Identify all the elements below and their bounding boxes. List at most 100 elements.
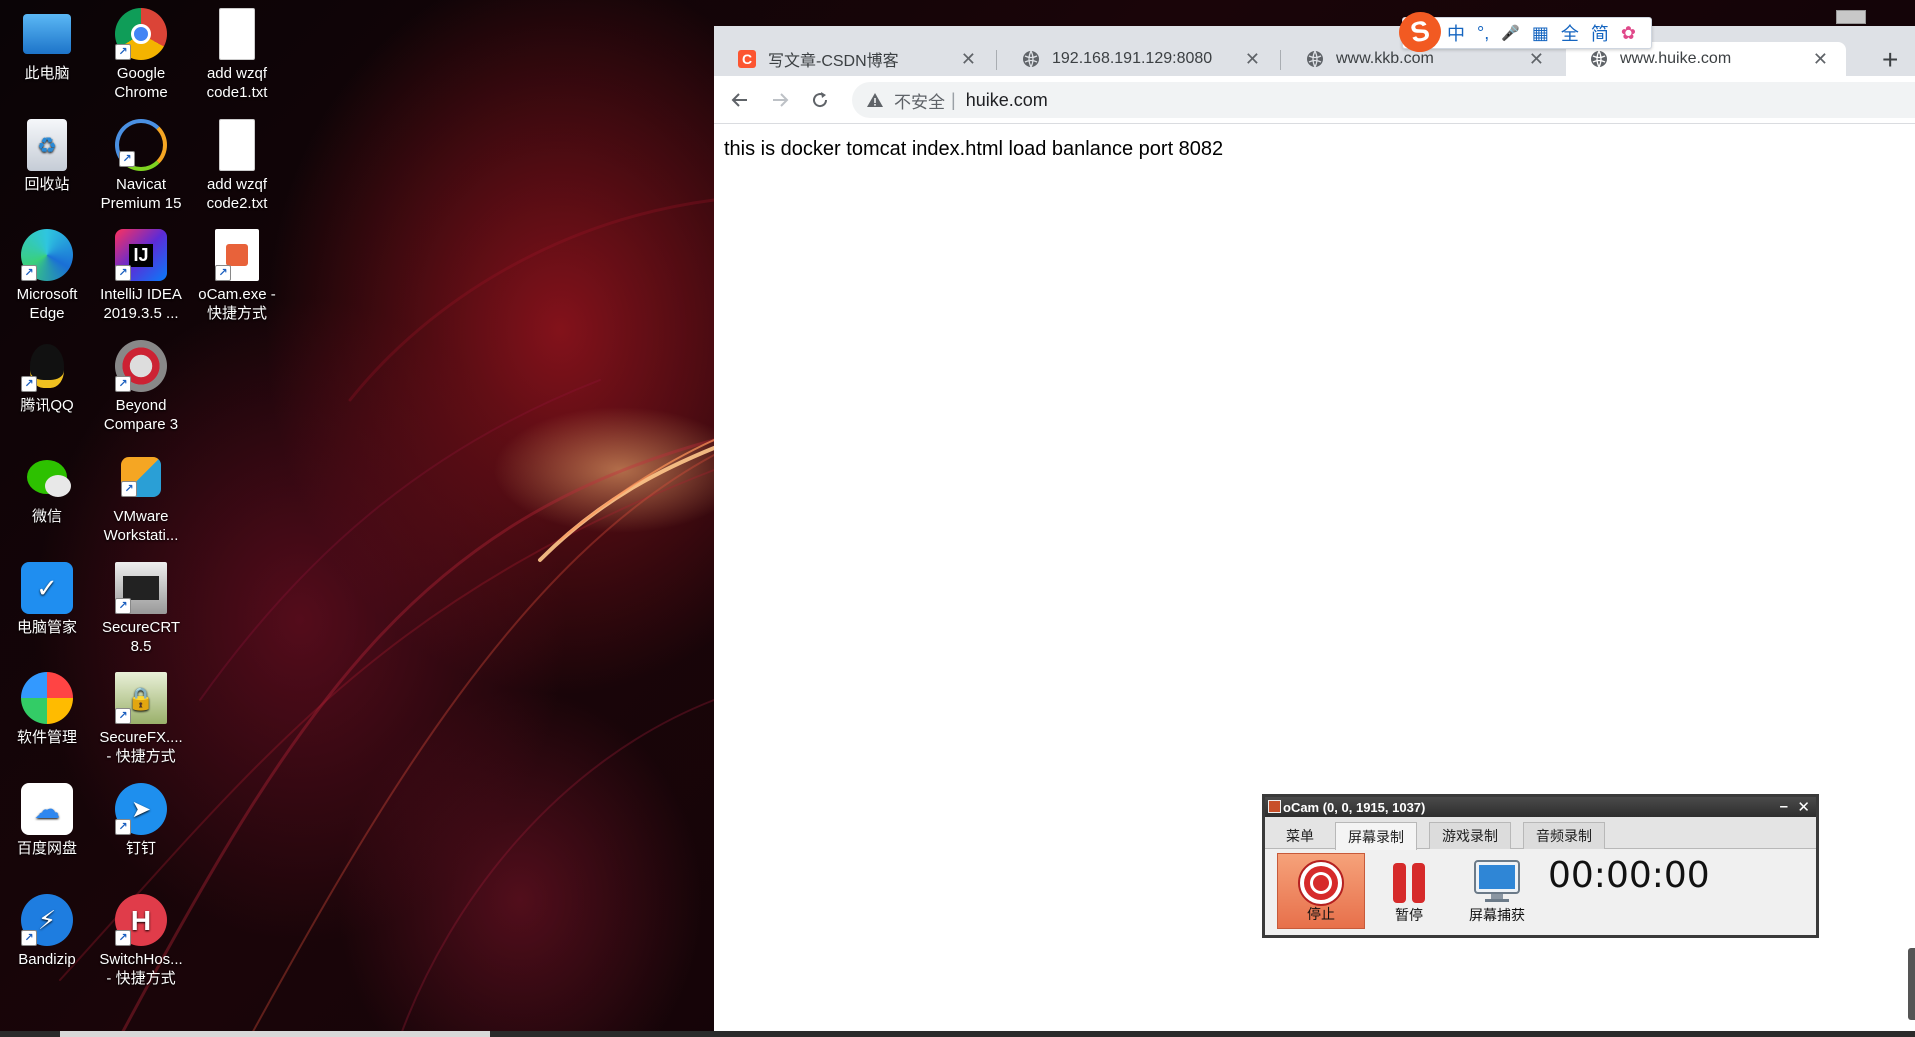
new-tab-button[interactable]: + <box>1882 44 1898 76</box>
globe-icon <box>1591 50 1607 68</box>
text-file-icon <box>219 8 255 60</box>
globe-icon <box>1023 50 1039 68</box>
side-panel-handle[interactable] <box>1908 948 1915 1020</box>
desktop-icon-edge[interactable]: ↗ Microsoft Edge <box>4 229 90 323</box>
tab-ip-address[interactable]: 192.168.191.129:8080 ✕ <box>998 42 1278 76</box>
ocam-title-bar[interactable]: oCam (0, 0, 1915, 1037) – ✕ <box>1265 797 1816 817</box>
microphone-icon[interactable]: 🎤 <box>1501 24 1520 42</box>
capture-label: 屏幕捕获 <box>1469 907 1525 923</box>
desktop-icon-software-manager[interactable]: 软件管理 <box>4 672 90 747</box>
page-body-text: this is docker tomcat index.html load ba… <box>724 138 1224 160</box>
tab-separator <box>996 50 997 70</box>
tab-title: www.huike.com <box>1620 50 1732 67</box>
forward-button[interactable] <box>764 84 796 116</box>
tab-title: www.kkb.com <box>1336 50 1434 67</box>
pc-manager-icon: ✓ <box>21 562 73 614</box>
ocam-window: oCam (0, 0, 1915, 1037) – ✕ 菜单 屏幕录制 游戏录制… <box>1262 794 1819 938</box>
desktop-icon-wechat[interactable]: 微信 <box>4 451 90 526</box>
desktop-icon-bandizip[interactable]: ⚡ ↗ Bandizip <box>4 894 90 969</box>
browser-toolbar: 不安全 | huike.com <box>714 76 1915 124</box>
ime-simplified-toggle[interactable]: 简 <box>1591 20 1609 46</box>
warning-icon <box>867 93 883 107</box>
ime-toolbar[interactable]: S 中 °, 🎤 ▦ 全 简 ✿ <box>1395 8 1652 56</box>
ocam-icon: ↗ <box>215 229 259 281</box>
desktop-icon-code2-txt[interactable]: add wzqf code2.txt <box>194 119 280 213</box>
ocam-tab-bar: 菜单 屏幕录制 游戏录制 音频录制 <box>1265 817 1816 850</box>
tab-title: 写文章-CSDN博客 <box>768 53 899 70</box>
keyboard-icon[interactable]: ▦ <box>1532 23 1549 44</box>
url-text[interactable]: huike.com <box>966 90 1048 111</box>
address-bar[interactable]: 不安全 | huike.com <box>852 82 1915 118</box>
desktop-icon-pc-manager[interactable]: ✓ 电脑管家 <box>4 562 90 637</box>
ocam-tab-audio-record[interactable]: 音频录制 <box>1523 822 1605 849</box>
globe-icon <box>1307 50 1323 68</box>
tab-csdn[interactable]: C 写文章-CSDN博客 ✕ <box>714 42 994 76</box>
desktop-icon-chrome[interactable]: ↗ Google Chrome <box>98 8 184 102</box>
monitor-icon <box>1474 860 1520 902</box>
address-divider: | <box>951 89 956 110</box>
desktop-icon-ocam[interactable]: ↗ oCam.exe - 快捷方式 <box>194 229 280 323</box>
arrow-left-icon <box>731 93 747 107</box>
chrome-icon: ↗ <box>115 8 167 60</box>
desktop-icon-securecrt[interactable]: ↗ SecureCRT 8.5 <box>98 562 184 656</box>
close-icon[interactable]: ✕ <box>1813 49 1828 70</box>
desktop-icon-code1-txt[interactable]: add wzqf code1.txt <box>194 8 280 102</box>
pause-button[interactable]: 暂停 <box>1365 853 1453 929</box>
ocam-tab-screen-record[interactable]: 屏幕录制 <box>1335 822 1417 850</box>
recording-timer: 00:00:00 <box>1548 855 1710 896</box>
desktop-icon-beyond-compare[interactable]: ↗ Beyond Compare 3 <box>98 340 184 434</box>
desktop-icon-this-pc[interactable]: 此电脑 <box>4 8 90 83</box>
desktop-icon-qq[interactable]: ↗ 腾讯QQ <box>4 340 90 415</box>
tab-title: 192.168.191.129:8080 <box>1052 50 1213 67</box>
securecrt-icon: ↗ <box>115 562 167 614</box>
arrow-right-icon <box>773 93 789 107</box>
reload-button[interactable] <box>804 84 836 116</box>
intellij-icon: IJ ↗ <box>115 229 167 281</box>
desktop-icon-switchhosts[interactable]: H ↗ SwitchHos... - 快捷方式 <box>98 894 184 988</box>
csdn-icon: C <box>738 50 756 68</box>
tab-separator <box>1280 50 1281 70</box>
pause-icon <box>1393 863 1425 903</box>
close-icon[interactable]: ✕ <box>961 49 976 70</box>
minimize-button[interactable]: – <box>1780 798 1788 815</box>
close-icon[interactable]: ✕ <box>1529 49 1544 70</box>
computer-icon <box>23 14 71 54</box>
desktop-icon-securefx[interactable]: 🔒 ↗ SecureFX.... - 快捷方式 <box>98 672 184 766</box>
recycle-bin-icon: ♻ <box>27 119 67 171</box>
desktop-icon-recycle-bin[interactable]: ♻ 回收站 <box>4 119 90 194</box>
wechat-icon <box>21 451 73 503</box>
vmware-icon: ↗ <box>121 457 161 497</box>
ocam-controls: 停止 暂停 屏幕捕获 00:00:00 <box>1265 849 1816 935</box>
pause-label: 暂停 <box>1395 907 1423 923</box>
qq-icon: ↗ <box>21 340 73 392</box>
switchhosts-icon: H ↗ <box>115 894 167 946</box>
ime-fullwidth-toggle[interactable]: 全 <box>1561 20 1579 46</box>
stop-button[interactable]: 停止 <box>1277 853 1365 929</box>
bandizip-icon: ⚡ ↗ <box>21 894 73 946</box>
securefx-icon: 🔒 ↗ <box>115 672 167 724</box>
close-icon[interactable]: ✕ <box>1245 49 1260 70</box>
text-file-icon <box>219 119 255 171</box>
back-button[interactable] <box>724 84 756 116</box>
security-label[interactable]: 不安全 <box>894 88 945 113</box>
dingtalk-icon: ➤ ↗ <box>115 783 167 835</box>
desktop-icon-navicat[interactable]: ↗ Navicat Premium 15 <box>98 119 184 213</box>
ime-punctuation-toggle[interactable]: °, <box>1477 23 1489 44</box>
desktop-icon-intellij[interactable]: IJ ↗ IntelliJ IDEA 2019.3.5 ... <box>98 229 184 323</box>
navicat-icon: ↗ <box>115 119 167 171</box>
ime-lang-toggle[interactable]: 中 <box>1447 20 1465 46</box>
tab-strip: C 写文章-CSDN博客 ✕ 192.168.191.129:8080 ✕ ww… <box>714 26 1915 76</box>
desktop-icon-dingtalk[interactable]: ➤ ↗ 钉钉 <box>98 783 184 858</box>
desktop-icon-vmware[interactable]: ↗ VMware Workstati... <box>98 451 184 545</box>
stop-label: 停止 <box>1307 906 1335 922</box>
ocam-tab-menu[interactable]: 菜单 <box>1273 822 1327 849</box>
taskbar-strip <box>0 1031 1915 1037</box>
taskbar-progress-segment <box>60 1031 490 1037</box>
ocam-tab-game-record[interactable]: 游戏录制 <box>1429 822 1511 849</box>
ime-skin-icon[interactable]: ✿ <box>1621 23 1636 44</box>
window-control-button[interactable] <box>1836 10 1866 24</box>
close-button[interactable]: ✕ <box>1797 798 1810 816</box>
screen-capture-button[interactable]: 屏幕捕获 <box>1453 853 1541 929</box>
reload-icon <box>813 92 828 108</box>
desktop-icon-baidu-netdisk[interactable]: ☁ 百度网盘 <box>4 783 90 858</box>
